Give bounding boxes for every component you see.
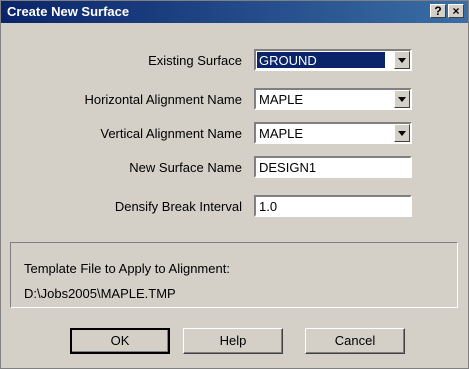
densify-break-interval-value: 1.0: [259, 199, 278, 214]
chevron-down-icon: [398, 131, 406, 136]
vertical-alignment-label: Vertical Alignment Name: [100, 126, 242, 141]
create-new-surface-dialog: Create New Surface ? × Existing Surface …: [0, 0, 469, 369]
vertical-alignment-dropdown-button[interactable]: [394, 124, 410, 142]
vertical-alignment-combo[interactable]: MAPLE: [254, 122, 412, 144]
chevron-down-icon: [398, 97, 406, 102]
existing-surface-combo[interactable]: GROUND: [254, 49, 412, 71]
vertical-alignment-value: MAPLE: [259, 126, 304, 141]
ok-button[interactable]: OK: [70, 328, 170, 354]
dialog-title: Create New Surface: [7, 4, 130, 19]
new-surface-name-input[interactable]: DESIGN1: [254, 156, 412, 178]
new-surface-name-label: New Surface Name: [129, 160, 242, 175]
template-file-path: D:\Jobs2005\MAPLE.TMP: [24, 286, 176, 301]
chevron-down-icon: [398, 58, 406, 63]
horizontal-alignment-combo[interactable]: MAPLE: [254, 88, 412, 110]
close-button[interactable]: ×: [448, 4, 464, 18]
help-button[interactable]: Help: [183, 328, 283, 354]
densify-break-interval-label: Densify Break Interval: [114, 199, 242, 214]
title-bar[interactable]: Create New Surface ? ×: [1, 1, 468, 23]
template-file-label: Template File to Apply to Alignment:: [24, 261, 230, 276]
template-file-group: Template File to Apply to Alignment: D:\…: [10, 242, 458, 308]
horizontal-alignment-label: Horizontal Alignment Name: [84, 92, 242, 107]
existing-surface-value: GROUND: [257, 52, 385, 68]
horizontal-alignment-dropdown-button[interactable]: [394, 90, 410, 108]
existing-surface-label: Existing Surface: [148, 53, 242, 68]
new-surface-name-value: DESIGN1: [259, 160, 317, 175]
existing-surface-dropdown-button[interactable]: [394, 51, 410, 69]
horizontal-alignment-value: MAPLE: [259, 92, 304, 107]
cancel-button[interactable]: Cancel: [305, 328, 405, 354]
densify-break-interval-input[interactable]: 1.0: [254, 195, 412, 217]
help-question-button[interactable]: ?: [430, 4, 446, 18]
